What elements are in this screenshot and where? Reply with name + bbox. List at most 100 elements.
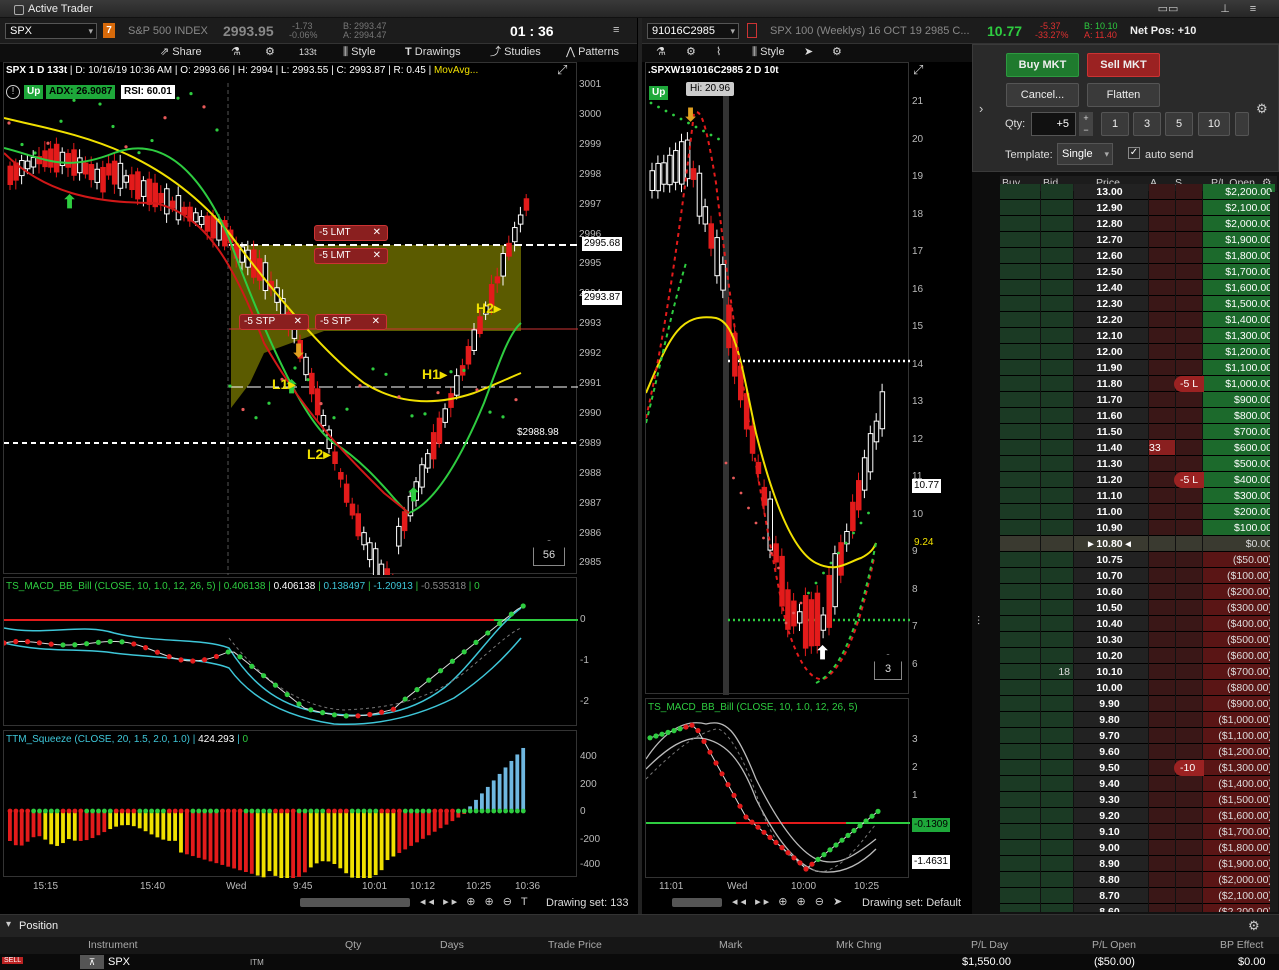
ladder-row[interactable]: 8.80 ($2,000.00): [1000, 872, 1275, 888]
price-cell[interactable]: 11.80: [1074, 376, 1148, 392]
pl-open-cell[interactable]: $1,300.00: [1203, 328, 1275, 344]
zoom-controls[interactable]: ◂◂ ▸▸ ⊕ ⊕ ⊖ T: [420, 895, 531, 908]
ladder-row[interactable]: 8.60 ($2,200.00): [1000, 904, 1275, 912]
ask-size-cell[interactable]: [1149, 424, 1175, 440]
sell-cell[interactable]: [1176, 584, 1202, 600]
pl-open-cell[interactable]: $1,800.00: [1203, 248, 1275, 264]
pl-open-cell[interactable]: $1,500.00: [1203, 296, 1275, 312]
ladder-row[interactable]: 9.40 ($1,400.00): [1000, 776, 1275, 792]
buy-cell[interactable]: [1000, 376, 1040, 392]
left-price-scale[interactable]: 3001300029992998299729962995299429932992…: [579, 63, 609, 575]
ladder-row[interactable]: 12.40 $1,600.00: [1000, 280, 1275, 296]
working-order-badge[interactable]: -5 L: [1174, 376, 1204, 392]
sell-cell[interactable]: [1176, 744, 1202, 760]
pl-open-cell[interactable]: $100.00: [1203, 520, 1275, 536]
pl-open-cell[interactable]: ($2,200.00): [1203, 904, 1275, 912]
gear-icon[interactable]: ⚙: [1248, 918, 1260, 934]
sell-cell[interactable]: [1176, 360, 1202, 376]
ladder-row[interactable]: 11.70 $900.00: [1000, 392, 1275, 408]
bid-size-cell[interactable]: [1041, 600, 1073, 616]
ask-size-cell[interactable]: [1149, 504, 1175, 520]
ladder-row[interactable]: 10.75 ($50.00): [1000, 552, 1275, 568]
ask-size-cell[interactable]: [1149, 744, 1175, 760]
sell-cell[interactable]: [1176, 264, 1202, 280]
qty-preset-10[interactable]: 10: [1198, 112, 1230, 136]
pl-open-cell[interactable]: ($1,100.00): [1203, 728, 1275, 744]
bid-size-cell[interactable]: [1041, 488, 1073, 504]
sell-cell[interactable]: [1176, 728, 1202, 744]
sell-cell[interactable]: [1176, 872, 1202, 888]
ladder-row[interactable]: 12.10 $1,300.00: [1000, 328, 1275, 344]
buy-cell[interactable]: [1000, 760, 1040, 776]
price-cell[interactable]: 9.70: [1074, 728, 1148, 744]
bid-size-cell[interactable]: [1041, 456, 1073, 472]
price-cell[interactable]: 12.90: [1074, 200, 1148, 216]
qty-increment[interactable]: +: [1079, 112, 1093, 124]
buy-cell[interactable]: [1000, 648, 1040, 664]
pl-open-cell[interactable]: ($900.00): [1203, 696, 1275, 712]
buy-cell[interactable]: [1000, 264, 1040, 280]
cancel-button[interactable]: Cancel...: [1006, 83, 1079, 107]
pl-open-cell[interactable]: ($200.00): [1203, 584, 1275, 600]
bid-size-cell[interactable]: [1041, 824, 1073, 840]
sell-cell[interactable]: [1176, 712, 1202, 728]
bid-size-cell[interactable]: [1041, 680, 1073, 696]
sell-cell[interactable]: [1176, 664, 1202, 680]
price-cell[interactable]: 11.40: [1074, 440, 1148, 456]
pl-open-cell[interactable]: $1,900.00: [1203, 232, 1275, 248]
ladder-row[interactable]: 10.30 ($500.00): [1000, 632, 1275, 648]
sell-cell[interactable]: [1176, 792, 1202, 808]
ask-size-cell[interactable]: [1149, 776, 1175, 792]
share-button[interactable]: ⇗ Share: [160, 44, 202, 60]
ladder-row[interactable]: 12.20 $1,400.00: [1000, 312, 1275, 328]
ladder-row[interactable]: 9.10 ($1,700.00): [1000, 824, 1275, 840]
link-badge[interactable]: 7: [103, 23, 115, 38]
bid-size-cell[interactable]: [1041, 792, 1073, 808]
bid-size-cell[interactable]: [1041, 696, 1073, 712]
sell-cell[interactable]: [1176, 552, 1202, 568]
sell-cell[interactable]: [1176, 280, 1202, 296]
gear-icon[interactable]: ⚙: [832, 44, 842, 60]
bid-size-cell[interactable]: [1041, 760, 1073, 776]
sell-cell[interactable]: [1176, 776, 1202, 792]
ladder-row[interactable]: 8.90 ($1,900.00): [1000, 856, 1275, 872]
pl-open-cell[interactable]: ($1,300.00): [1203, 760, 1275, 776]
bid-size-cell[interactable]: [1041, 376, 1073, 392]
price-cell[interactable]: 10.60: [1074, 584, 1148, 600]
horizontal-scrollbar[interactable]: [672, 898, 722, 907]
price-cell[interactable]: 11.10: [1074, 488, 1148, 504]
ask-size-cell[interactable]: [1149, 456, 1175, 472]
sell-cell[interactable]: [1176, 520, 1202, 536]
left-time-axis[interactable]: 15:15 15:40 Wed 9:45 10:01 10:12 10:25 1…: [0, 878, 637, 912]
col-pl-day[interactable]: P/L Day: [971, 939, 1008, 951]
bid-size-cell[interactable]: [1041, 872, 1073, 888]
buy-cell[interactable]: [1000, 696, 1040, 712]
buy-cell[interactable]: [1000, 328, 1040, 344]
col-instrument[interactable]: Instrument: [88, 939, 138, 951]
buy-cell[interactable]: [1000, 568, 1040, 584]
close-icon[interactable]: ✕: [372, 315, 380, 329]
bid-size-cell[interactable]: [1041, 552, 1073, 568]
pl-open-cell[interactable]: $0.00: [1203, 536, 1275, 552]
sell-cell[interactable]: [1176, 456, 1202, 472]
price-cell[interactable]: 9.00: [1074, 840, 1148, 856]
style-button[interactable]: ⫼ Style: [343, 44, 376, 60]
price-cell[interactable]: 8.60: [1074, 904, 1148, 912]
price-cell[interactable]: 10.50: [1074, 600, 1148, 616]
price-cell[interactable]: 9.90: [1074, 696, 1148, 712]
pl-open-cell[interactable]: ($1,700.00): [1203, 824, 1275, 840]
sell-cell[interactable]: [1176, 648, 1202, 664]
ladder-link-icon[interactable]: ⫶: [977, 614, 980, 629]
sell-cell[interactable]: [1176, 328, 1202, 344]
sell-cell[interactable]: [1176, 488, 1202, 504]
bid-size-cell[interactable]: [1041, 216, 1073, 232]
drawing-set-label[interactable]: Drawing set: Default: [862, 897, 961, 909]
ask-size-cell[interactable]: [1149, 232, 1175, 248]
right-price-scale[interactable]: 21 20 19 18 17 16 15 14 13 12 11 10 9 8 7 6: [910, 62, 970, 694]
ladder-row[interactable]: 10.60 ($200.00): [1000, 584, 1275, 600]
flatten-button[interactable]: Flatten: [1087, 83, 1160, 107]
layout-icon[interactable]: ▭▭: [1155, 1, 1181, 17]
pl-open-cell[interactable]: ($1,000.00): [1203, 712, 1275, 728]
ask-size-cell[interactable]: [1149, 664, 1175, 680]
pl-open-cell[interactable]: ($300.00): [1203, 600, 1275, 616]
